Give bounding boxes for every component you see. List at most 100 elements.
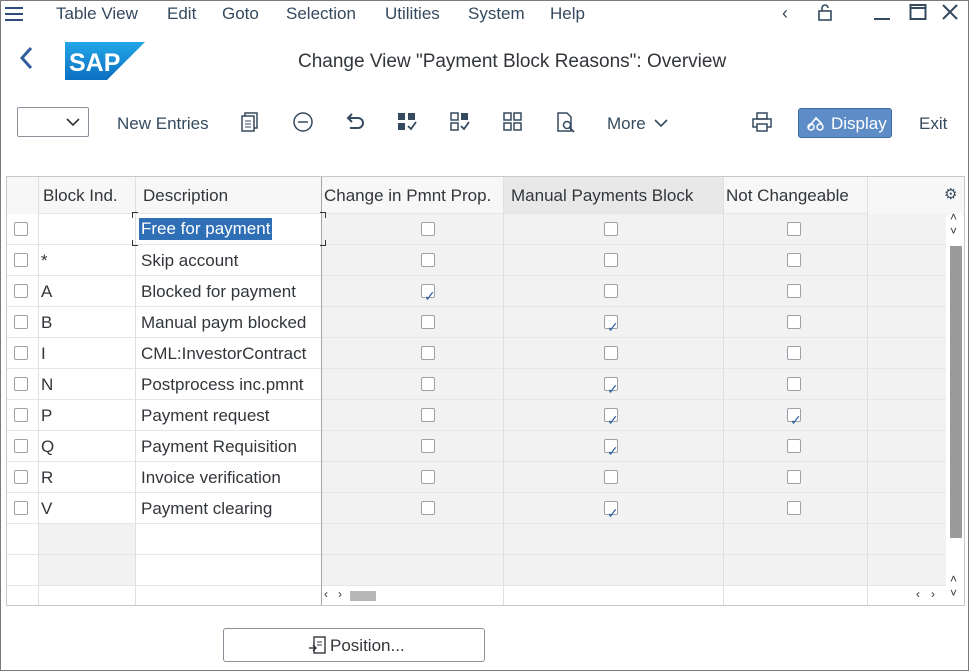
menu-goto[interactable]: Goto <box>222 4 259 24</box>
column-header-manual-payments-block[interactable]: Manual Payments Block <box>503 177 723 214</box>
row-select-checkbox[interactable] <box>14 377 28 391</box>
scroll-page-down-icon[interactable]: ˄ <box>950 572 957 586</box>
manual-payments-block-checkbox[interactable] <box>604 222 618 236</box>
scroll-right-end-icon[interactable]: › <box>931 587 935 601</box>
deselect-all-icon[interactable] <box>502 111 526 135</box>
not-changeable-checkbox[interactable] <box>787 377 801 391</box>
not-changeable-checkbox[interactable] <box>787 470 801 484</box>
not-changeable-checkbox[interactable] <box>787 222 801 236</box>
manual-payments-block-checkbox[interactable] <box>604 253 618 267</box>
row-selector[interactable] <box>7 369 38 400</box>
action-dropdown[interactable] <box>17 107 89 137</box>
row-select-checkbox[interactable] <box>14 315 28 329</box>
vertical-scrollbar[interactable]: ˄ ˅ ˄ ˅ <box>948 210 962 603</box>
delete-icon[interactable] <box>292 111 316 135</box>
new-entries-button[interactable]: New Entries <box>117 114 209 134</box>
hamburger-menu-icon[interactable] <box>5 7 23 21</box>
scroll-left-icon[interactable]: ‹ <box>324 587 328 601</box>
menu-edit[interactable]: Edit <box>167 4 196 24</box>
horizontal-scroll-thumb[interactable] <box>350 591 376 601</box>
scroll-down-icon[interactable]: ˅ <box>950 586 957 600</box>
column-header-change-pmnt-prop[interactable]: Change in Pmnt Prop. <box>321 177 503 214</box>
copy-icon[interactable] <box>239 111 263 135</box>
lock-icon[interactable] <box>816 3 834 26</box>
row-selector[interactable] <box>7 338 38 369</box>
manual-payments-block-checkbox[interactable]: ✓ <box>604 501 619 521</box>
menu-selection[interactable]: Selection <box>286 4 356 24</box>
manual-payments-block-checkbox[interactable] <box>604 346 618 360</box>
scroll-left-end-icon[interactable]: ‹ <box>916 587 920 601</box>
column-header-not-changeable[interactable]: Not Changeable <box>723 177 867 214</box>
menu-help[interactable]: Help <box>550 4 585 24</box>
not-changeable-checkbox[interactable]: ✓ <box>787 408 802 428</box>
description-cell[interactable]: Payment clearing <box>135 493 321 524</box>
change-pmnt-prop-checkbox[interactable] <box>421 222 435 236</box>
select-block-icon[interactable] <box>449 111 473 135</box>
not-changeable-checkbox[interactable] <box>787 284 801 298</box>
search-document-icon[interactable] <box>555 111 579 135</box>
column-header-block-ind[interactable]: Block Ind. <box>38 177 135 214</box>
scroll-right-icon[interactable]: › <box>338 587 342 601</box>
selected-description-cell[interactable] <box>132 212 326 246</box>
row-select-checkbox[interactable] <box>14 408 28 422</box>
menu-table-view[interactable]: Table View <box>56 4 138 24</box>
row-selector[interactable] <box>7 493 38 524</box>
description-cell[interactable]: Blocked for payment <box>135 276 321 307</box>
more-button[interactable]: More <box>607 114 669 135</box>
change-pmnt-prop-checkbox[interactable] <box>421 408 435 422</box>
chevron-left-icon[interactable]: ‹ <box>782 3 788 24</box>
description-cell[interactable]: Postprocess inc.pmnt <box>135 369 321 400</box>
manual-payments-block-checkbox[interactable]: ✓ <box>604 377 619 397</box>
change-pmnt-prop-checkbox[interactable] <box>421 346 435 360</box>
row-selector[interactable] <box>7 245 38 276</box>
description-cell[interactable]: Payment request <box>135 400 321 431</box>
exit-button[interactable]: Exit <box>919 114 947 134</box>
row-selector-header[interactable] <box>7 177 38 215</box>
not-changeable-checkbox[interactable] <box>787 439 801 453</box>
scroll-page-up-icon[interactable]: ˅ <box>950 224 957 238</box>
change-pmnt-prop-checkbox[interactable] <box>421 253 435 267</box>
not-changeable-checkbox[interactable] <box>787 315 801 329</box>
manual-payments-block-checkbox[interactable] <box>604 284 618 298</box>
column-header-description[interactable]: Description <box>135 177 321 214</box>
settings-icon[interactable]: ⚙ <box>944 185 957 203</box>
change-pmnt-prop-checkbox[interactable]: ✓ <box>421 284 436 304</box>
back-icon[interactable] <box>19 45 35 78</box>
row-select-checkbox[interactable] <box>14 470 28 484</box>
menu-system[interactable]: System <box>468 4 525 24</box>
change-pmnt-prop-checkbox[interactable] <box>421 470 435 484</box>
horizontal-scrollbar[interactable]: ‹ › ‹ › <box>322 587 948 603</box>
maximize-icon[interactable] <box>909 3 927 26</box>
manual-payments-block-checkbox[interactable]: ✓ <box>604 315 619 335</box>
row-selector[interactable] <box>7 276 38 307</box>
change-pmnt-prop-checkbox[interactable] <box>421 439 435 453</box>
not-changeable-checkbox[interactable] <box>787 501 801 515</box>
row-select-checkbox[interactable] <box>14 284 28 298</box>
row-select-checkbox[interactable] <box>14 346 28 360</box>
print-icon[interactable] <box>751 111 775 135</box>
description-cell[interactable]: Skip account <box>135 245 321 276</box>
position-button[interactable]: Position... <box>223 628 485 662</box>
vertical-scroll-thumb[interactable] <box>950 246 962 538</box>
undo-icon[interactable] <box>344 111 368 135</box>
row-selector[interactable] <box>7 462 38 493</box>
manual-payments-block-checkbox[interactable]: ✓ <box>604 408 619 428</box>
change-pmnt-prop-checkbox[interactable] <box>421 377 435 391</box>
close-icon[interactable] <box>941 3 959 26</box>
row-select-checkbox[interactable] <box>14 439 28 453</box>
row-selector[interactable] <box>7 214 38 245</box>
row-select-checkbox[interactable] <box>14 501 28 515</box>
display-button[interactable]: Display <box>798 108 892 138</box>
row-select-checkbox[interactable] <box>14 253 28 267</box>
not-changeable-checkbox[interactable] <box>787 253 801 267</box>
description-cell[interactable]: Payment Requisition <box>135 431 321 462</box>
not-changeable-checkbox[interactable] <box>787 346 801 360</box>
row-selector[interactable] <box>7 307 38 338</box>
row-selector[interactable] <box>7 400 38 431</box>
change-pmnt-prop-checkbox[interactable] <box>421 501 435 515</box>
description-cell[interactable]: Manual paym blocked <box>135 307 321 338</box>
minimize-icon[interactable] <box>873 3 891 26</box>
description-cell[interactable]: CML:InvestorContract <box>135 338 321 369</box>
row-selector[interactable] <box>7 431 38 462</box>
manual-payments-block-checkbox[interactable] <box>604 470 618 484</box>
